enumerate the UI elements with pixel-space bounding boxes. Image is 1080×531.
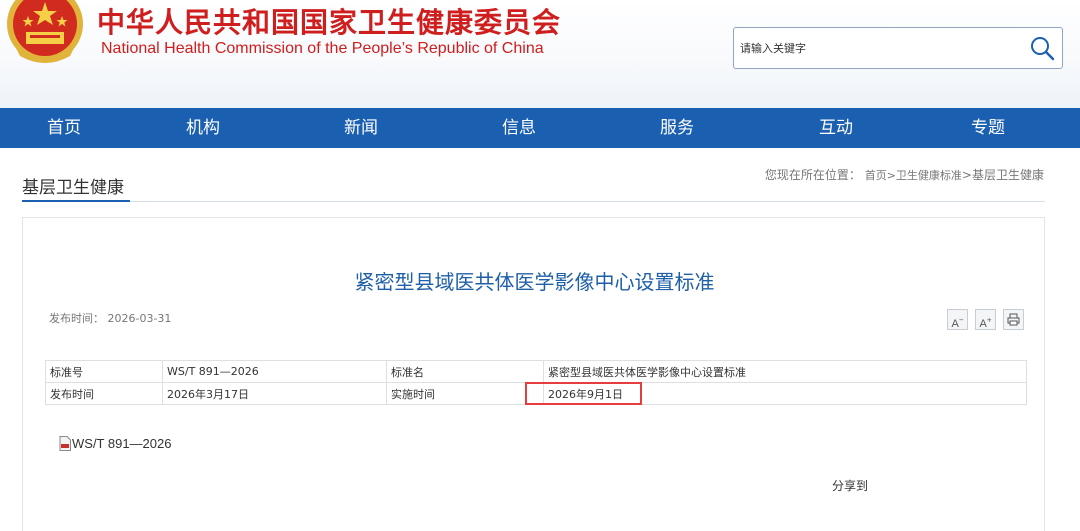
publish-date-label: 发布时间： — [49, 312, 104, 325]
nav-item-topics[interactable]: 专题 — [948, 108, 1028, 148]
breadcrumb-separator: > — [961, 168, 972, 182]
section-title: 基层卫生健康 — [22, 178, 124, 198]
breadcrumb-separator: > — [886, 169, 896, 182]
table-cell-label: 标准号 — [45, 360, 163, 383]
font-increase-button[interactable]: A+ — [975, 309, 996, 330]
nav-item-news[interactable]: 新闻 — [321, 108, 401, 148]
table-row: 标准号 WS/T 891—2026 标准名 紧密型县域医共体医学影像中心设置标准 — [45, 360, 1027, 383]
nav-item-home[interactable]: 首页 — [24, 108, 104, 148]
font-decrease-icon: A− — [951, 315, 964, 330]
table-cell-value: 2026年3月17日 — [162, 382, 387, 405]
site-header: 中华人民共和国国家卫生健康委员会 National Health Commiss… — [0, 0, 1080, 108]
article-title: 紧密型县域医共体医学影像中心设置标准 — [354, 270, 715, 294]
breadcrumb: 您现在所在位置： 首页>卫生健康标准>基层卫生健康 — [765, 166, 1044, 183]
nav-item-services[interactable]: 服务 — [637, 108, 717, 148]
search-box — [733, 27, 1063, 69]
font-increase-icon: A+ — [979, 315, 992, 330]
section-divider — [22, 201, 1045, 202]
nav-item-organization[interactable]: 机构 — [163, 108, 243, 148]
table-cell-label: 标准名 — [386, 360, 544, 383]
article-panel: 紧密型县域医共体医学影像中心设置标准 发布时间： 2026-03-31 A− A… — [22, 217, 1045, 531]
print-button[interactable] — [1003, 309, 1024, 330]
page: 中华人民共和国国家卫生健康委员会 National Health Commiss… — [0, 0, 1080, 531]
main-nav: 首页 机构 新闻 信息 服务 互动 专题 — [0, 108, 1080, 148]
breadcrumb-home[interactable]: 首页 — [865, 169, 887, 182]
print-icon — [1007, 313, 1020, 326]
site-title-en: National Health Commission of the People… — [101, 40, 544, 57]
breadcrumb-current: 基层卫生健康 — [971, 168, 1044, 182]
site-title-cn: 中华人民共和国国家卫生健康委员会 — [97, 6, 562, 39]
nav-item-information[interactable]: 信息 — [479, 108, 559, 148]
attachment-link[interactable]: WS/T 891—2026 — [59, 436, 171, 451]
font-decrease-button[interactable]: A− — [947, 309, 968, 330]
nav-item-interaction[interactable]: 互动 — [796, 108, 876, 148]
breadcrumb-standards[interactable]: 卫生健康标准 — [896, 169, 962, 182]
national-emblem-icon[interactable] — [4, 0, 86, 64]
table-cell-value: WS/T 891—2026 — [162, 360, 387, 383]
search-input[interactable] — [740, 38, 1020, 58]
highlight-box — [525, 382, 642, 405]
publish-date-value: 2026-03-31 — [107, 312, 172, 325]
publish-date: 发布时间： 2026-03-31 — [49, 310, 171, 326]
share-label: 分享到 — [832, 479, 869, 493]
table-cell-value: 紧密型县域医共体医学影像中心设置标准 — [543, 360, 1027, 383]
font-decrease-label: A — [951, 317, 959, 330]
table-cell-label: 实施时间 — [386, 382, 544, 405]
search-icon[interactable] — [1028, 34, 1056, 62]
section-title-underline — [22, 200, 130, 202]
font-increase-label: A — [979, 317, 987, 330]
breadcrumb-prefix: 您现在所在位置： — [764, 168, 861, 182]
pdf-file-icon — [59, 436, 71, 451]
attachment-label: WS/T 891—2026 — [72, 436, 172, 451]
table-cell-label: 发布时间 — [45, 382, 163, 405]
